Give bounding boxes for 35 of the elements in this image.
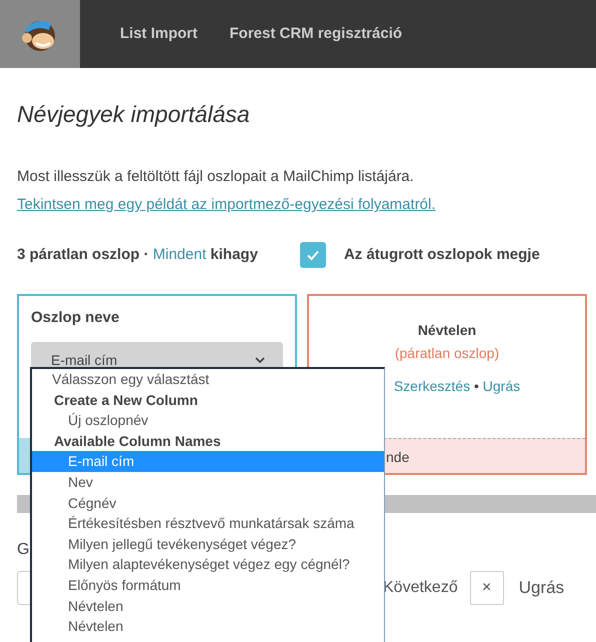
skip-link[interactable]: Ugrás: [482, 378, 520, 394]
dropdown-option[interactable]: Értékesítésben résztvevő munkatársak száma: [32, 513, 384, 534]
dropdown-option[interactable]: Milyen alaptevékenységet végez egy cégnél?: [32, 554, 384, 575]
unmatched-count: 3 páratlan oszlop ·: [17, 244, 149, 265]
nav-link[interactable]: List Import: [120, 22, 198, 46]
next-button[interactable]: Következő: [383, 576, 458, 600]
intro-text: Most illesszük a feltöltött fájl oszlopait a MailChimp listájára.: [17, 166, 415, 187]
dropdown-option[interactable]: Nev: [32, 472, 384, 493]
link-separator: •: [474, 378, 479, 394]
dropdown-option[interactable]: Új oszlopnév: [32, 410, 384, 431]
logo-tile[interactable]: [0, 0, 80, 68]
dropdown-option[interactable]: Cégnév: [32, 492, 384, 514]
dropdown-option[interactable]: Előnyös formátum: [32, 574, 384, 596]
chevron-down-icon: [255, 356, 265, 364]
dropdown-option[interactable]: Névtelen: [32, 596, 384, 616]
column-dropdown-list[interactable]: [30, 367, 385, 642]
footer-text: nde: [386, 449, 410, 466]
column-status: (páratlan oszlop): [394, 344, 500, 364]
page-title: Névjegyek importálása: [17, 101, 251, 129]
example-link[interactable]: Tekintsen meg egy példát az importmező-egyezési folyamatról.: [17, 194, 436, 217]
show-skipped-checkbox[interactable]: [300, 242, 326, 268]
option-group-label: Create a New Column: [53, 390, 199, 410]
nav-link[interactable]: Forest CRM regisztráció: [230, 22, 402, 46]
option-group-label: Available Column Names: [53, 432, 222, 451]
skip-text: kihagy: [210, 244, 258, 265]
column-name-label: Oszlop neve: [31, 308, 120, 328]
show-skipped-label: Az átugrott oszlopok megje: [344, 244, 540, 265]
edit-link[interactable]: Szerkesztés: [394, 378, 470, 394]
dropdown-option[interactable]: Névtelen: [32, 616, 384, 637]
skip-label: Ugrás: [518, 577, 564, 600]
dropdown-option[interactable]: Milyen jellegű tevékenységet végez?: [32, 534, 384, 554]
skip-all-link[interactable]: Mindent: [152, 244, 206, 266]
skip-button[interactable]: ×: [470, 571, 504, 606]
field-label: G: [17, 540, 30, 560]
column-title: Névtelen: [416, 321, 478, 340]
